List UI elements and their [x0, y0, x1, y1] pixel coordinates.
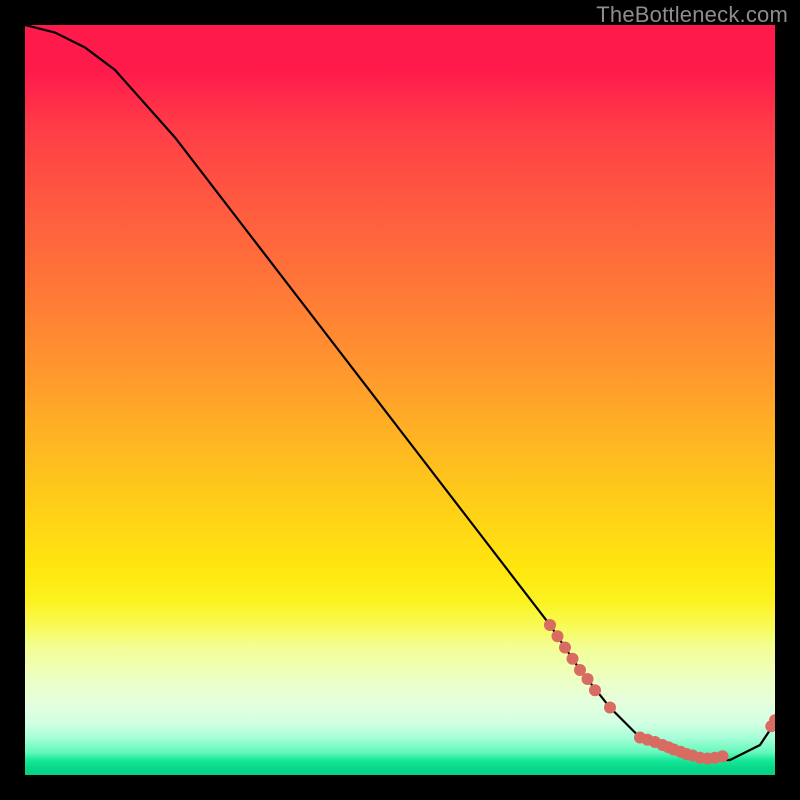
curve-markers [544, 619, 775, 765]
marker-dot [604, 702, 616, 714]
marker-dot [559, 642, 571, 654]
marker-dot [582, 673, 594, 685]
watermark-text: TheBottleneck.com [596, 2, 788, 28]
marker-dot [552, 630, 564, 642]
marker-dot [717, 750, 729, 762]
bottleneck-curve-svg [25, 25, 775, 775]
marker-dot [589, 684, 601, 696]
plot-area [25, 25, 775, 775]
marker-dot [567, 653, 579, 665]
bottleneck-curve [25, 25, 775, 760]
marker-dot [544, 619, 556, 631]
chart-frame: TheBottleneck.com [0, 0, 800, 800]
